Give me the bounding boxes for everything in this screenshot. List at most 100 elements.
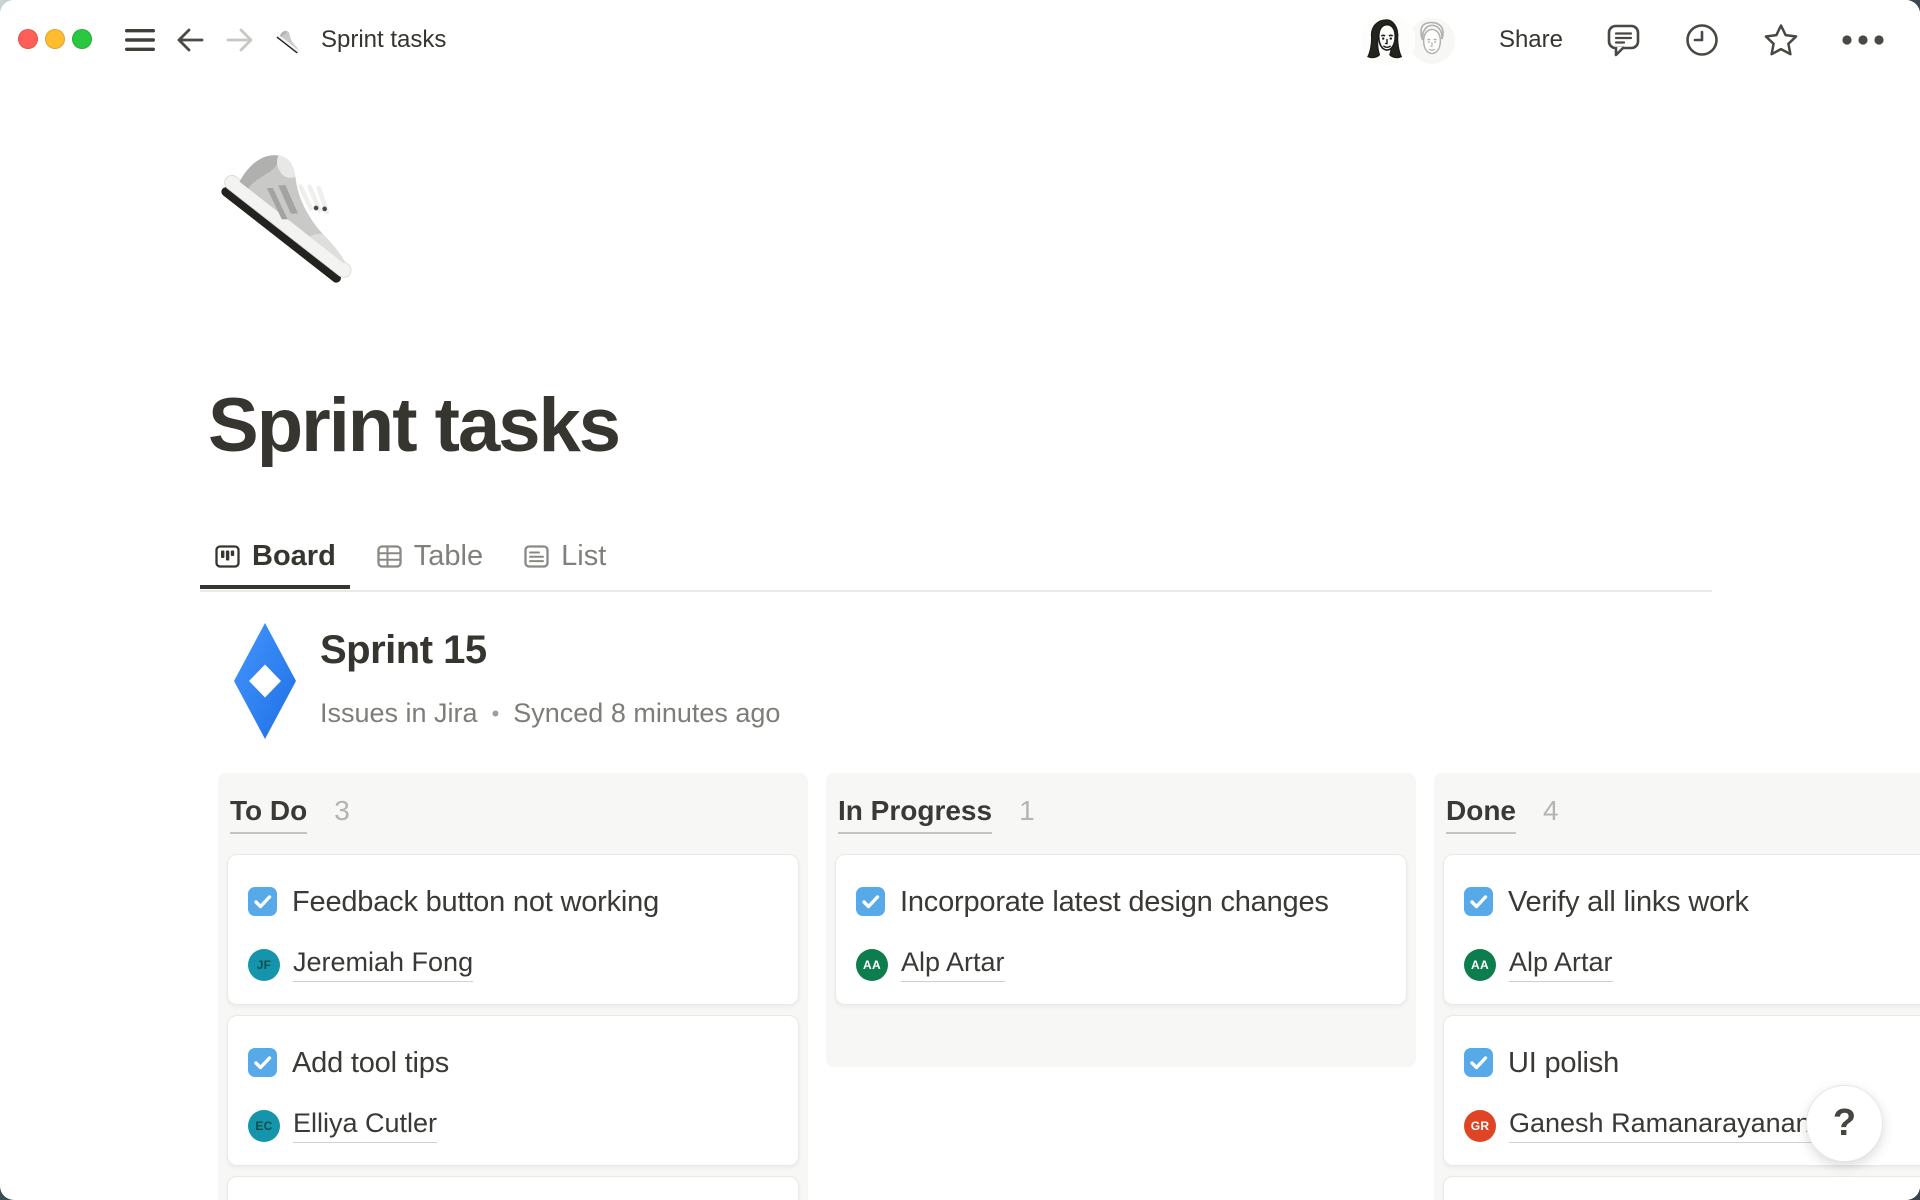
nav-cluster: Sprint tasks (125, 0, 446, 80)
assignee-name[interactable]: Jeremiah Fong (293, 947, 473, 982)
breadcrumb-page-icon (275, 24, 307, 56)
help-button[interactable]: ? (1806, 1085, 1883, 1162)
tab-board-label: Board (252, 540, 336, 573)
forward-arrow-icon (225, 26, 255, 54)
task-card-partial[interactable] (1443, 1176, 1920, 1200)
assignee-name[interactable]: Alp Artar (1509, 947, 1613, 982)
column-header: In Progress 1 (835, 795, 1407, 834)
comment-bubble-icon (1605, 22, 1642, 58)
close-button[interactable] (18, 29, 38, 49)
page-title: Sprint tasks (208, 382, 619, 469)
task-checkbox[interactable] (248, 1048, 277, 1077)
task-card-partial[interactable] (227, 1176, 799, 1200)
assignee-name[interactable]: Elliya Cutler (293, 1108, 437, 1143)
tab-list-label: List (561, 540, 606, 573)
board-view-icon (214, 543, 241, 570)
person-sketch-icon (1361, 14, 1413, 66)
hamburger-icon (125, 29, 155, 51)
task-title-row: Incorporate latest design changes (856, 879, 1386, 925)
task-assignee: JF Jeremiah Fong (248, 947, 778, 982)
sidebar-menu-icon[interactable] (125, 29, 155, 51)
share-button[interactable]: Share (1499, 26, 1563, 54)
task-checkbox[interactable] (1464, 887, 1493, 916)
column-name[interactable]: In Progress (838, 795, 992, 834)
minimize-button[interactable] (45, 29, 65, 49)
column-name[interactable]: To Do (230, 795, 307, 834)
collection-source[interactable]: Issues in Jira (320, 698, 478, 729)
collaborator-avatars[interactable] (1361, 12, 1457, 68)
toolbar: Sprint tasks (0, 0, 1920, 80)
task-card[interactable]: Add tool tips EC Elliya Cutler (227, 1015, 799, 1166)
task-assignee: AA Alp Artar (1464, 947, 1920, 982)
task-card[interactable]: Verify all links work AA Alp Artar (1443, 854, 1920, 1005)
jira-logo-icon (233, 622, 297, 740)
person-sketch-icon (1409, 18, 1455, 64)
tab-list[interactable]: List (509, 534, 620, 589)
task-title: UI polish (1508, 1047, 1619, 1079)
assignee-name[interactable]: Ganesh Ramanarayanan (1509, 1108, 1811, 1143)
tab-table-label: Table (414, 540, 483, 573)
task-card[interactable]: Feedback button not working JF Jeremiah … (227, 854, 799, 1005)
task-title: Incorporate latest design changes (900, 886, 1329, 918)
updates-button[interactable] (1684, 22, 1720, 58)
more-button[interactable] (1842, 35, 1884, 45)
task-title-row: Add tool tips (248, 1040, 778, 1086)
assignee-avatar: EC (248, 1110, 280, 1142)
clock-icon (1684, 22, 1720, 58)
breadcrumb[interactable]: Sprint tasks (321, 26, 446, 54)
assignee-avatar: AA (1464, 949, 1496, 981)
tab-board[interactable]: Board (200, 534, 350, 589)
sneaker-icon-small (275, 24, 307, 56)
column-name[interactable]: Done (1446, 795, 1516, 834)
task-title-row: Verify all links work (1464, 879, 1920, 925)
task-title-row: Feedback button not working (248, 879, 778, 925)
kanban-board: To Do 3 Feedback button not working JF J… (218, 773, 1920, 1200)
avatar-collaborator-1 (1361, 14, 1413, 66)
sneaker-icon-large (212, 116, 394, 298)
tab-table[interactable]: Table (362, 534, 497, 589)
tabs-divider (200, 590, 1712, 592)
task-assignee: AA Alp Artar (856, 947, 1386, 982)
back-arrow-icon (175, 26, 205, 54)
task-title: Add tool tips (292, 1047, 449, 1079)
collection-meta: Issues in Jira • Synced 8 minutes ago (320, 698, 780, 729)
column-count: 1 (1019, 795, 1035, 827)
assignee-avatar: GR (1464, 1110, 1496, 1142)
star-icon (1762, 22, 1800, 59)
traffic-lights (18, 29, 92, 49)
table-view-icon (376, 543, 403, 570)
task-assignee: EC Elliya Cutler (248, 1108, 778, 1143)
avatar-collaborator-2 (1409, 18, 1455, 64)
assignee-name[interactable]: Alp Artar (901, 947, 1005, 982)
task-checkbox[interactable] (248, 887, 277, 916)
list-view-icon (523, 543, 550, 570)
assignee-avatar: AA (856, 949, 888, 981)
column-header: To Do 3 (227, 795, 799, 834)
task-title: Feedback button not working (292, 886, 659, 918)
collection-synced: Synced 8 minutes ago (513, 698, 780, 729)
toolbar-right: Share (1361, 0, 1884, 80)
page-icon-sneaker[interactable] (212, 116, 394, 298)
column-header: Done 4 (1443, 795, 1920, 834)
ellipsis-icon (1842, 35, 1884, 45)
comments-button[interactable] (1605, 22, 1642, 58)
task-title-row: UI polish (1464, 1040, 1920, 1086)
task-checkbox[interactable] (1464, 1048, 1493, 1077)
column-to-do: To Do 3 Feedback button not working JF J… (218, 773, 808, 1200)
assignee-avatar: JF (248, 949, 280, 981)
view-tabs: Board Table List (200, 534, 620, 589)
task-card[interactable]: Incorporate latest design changes AA Alp… (835, 854, 1407, 1005)
zoom-button[interactable] (72, 29, 92, 49)
back-button[interactable] (175, 26, 205, 54)
notion-window: Sprint tasks (0, 0, 1920, 1200)
collection-title[interactable]: Sprint 15 (320, 628, 487, 673)
forward-button[interactable] (225, 26, 255, 54)
column-count: 3 (334, 795, 350, 827)
column-in-progress: In Progress 1 Incorporate latest design … (826, 773, 1416, 1067)
column-count: 4 (1543, 795, 1559, 827)
favorite-button[interactable] (1762, 22, 1800, 59)
meta-separator: • (492, 701, 500, 727)
task-title: Verify all links work (1508, 886, 1749, 918)
jira-diamond-icon (233, 622, 297, 740)
task-checkbox[interactable] (856, 887, 885, 916)
